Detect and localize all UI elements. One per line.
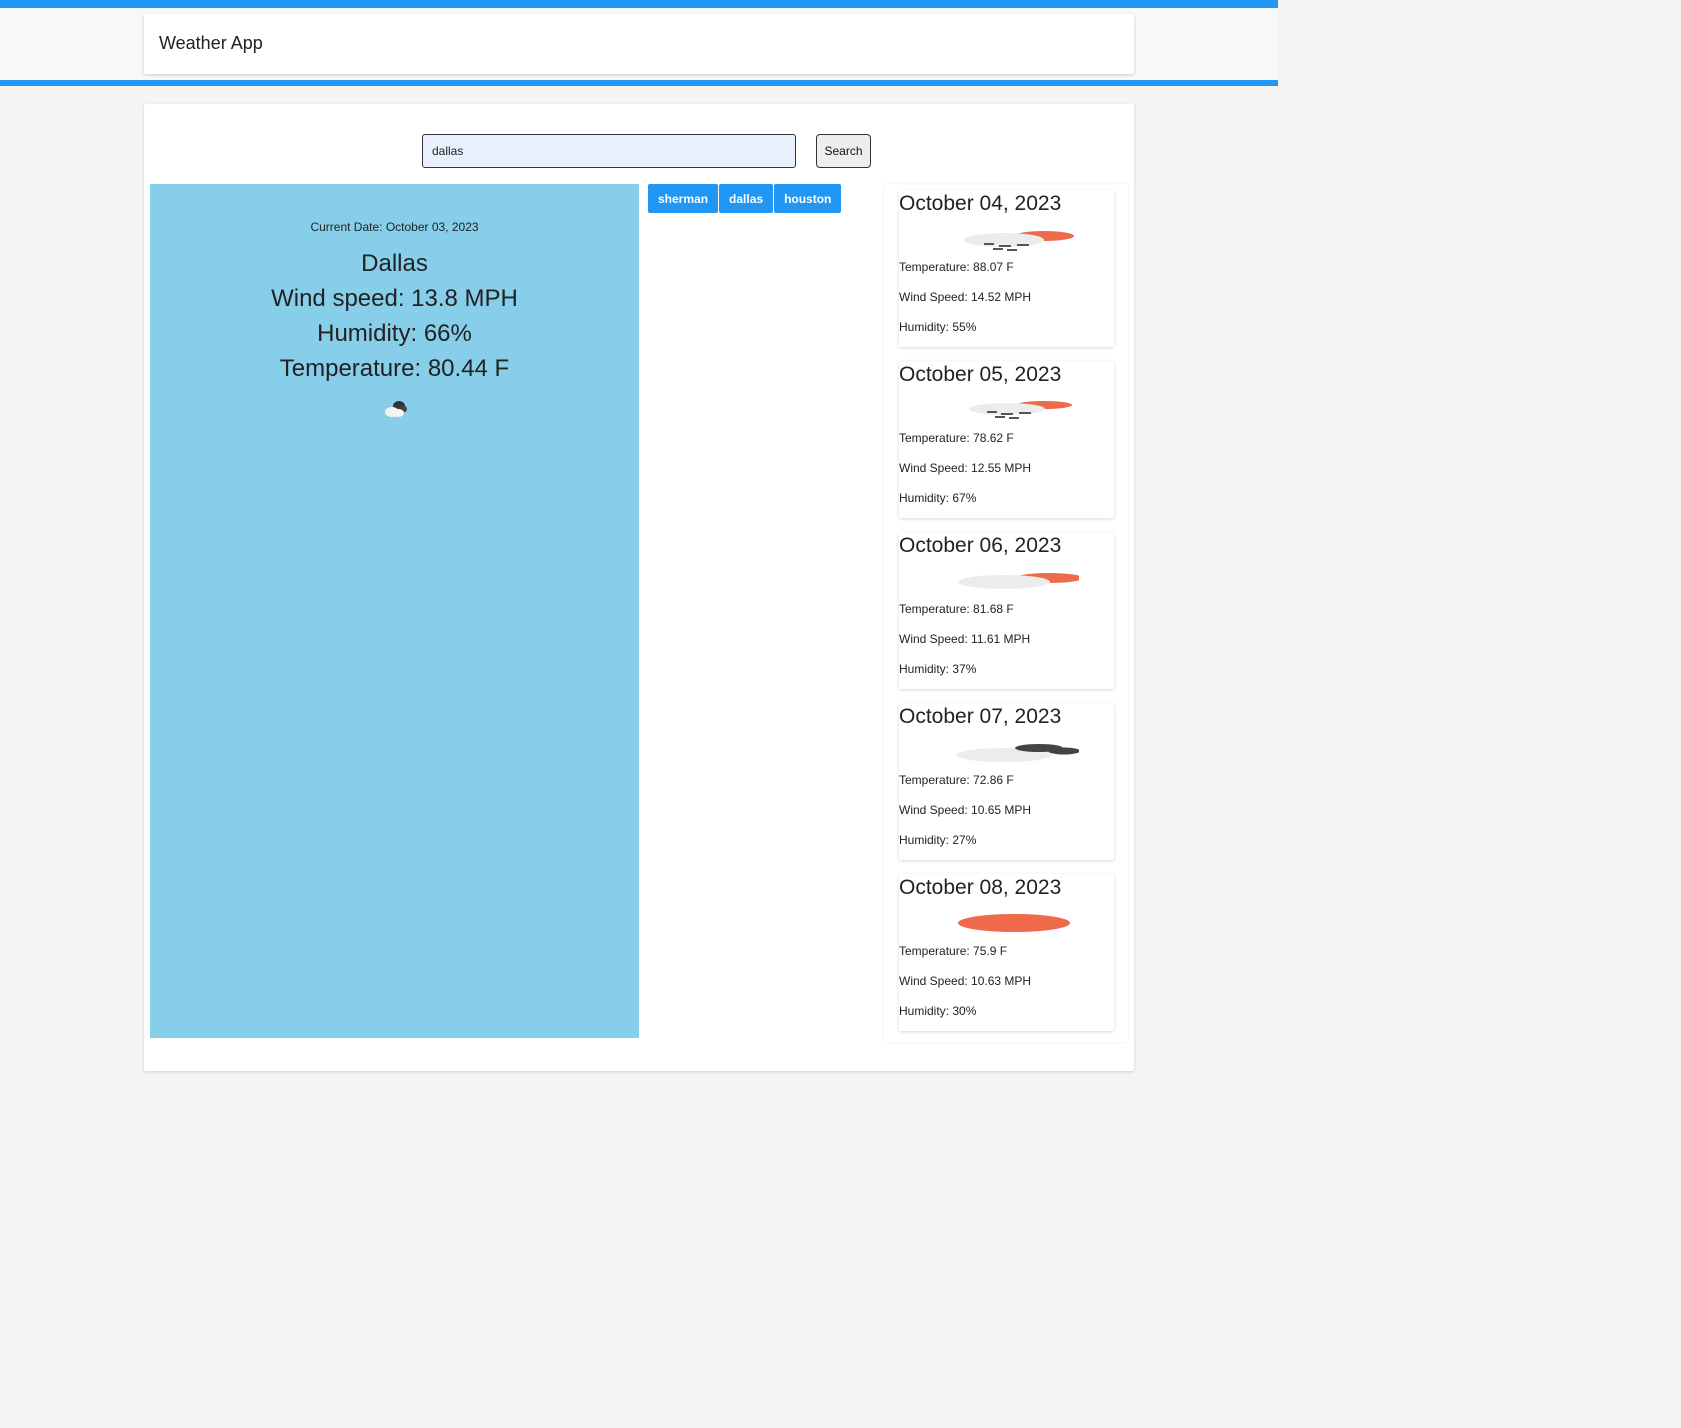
forecast-humidity: Humidity: 67% (899, 491, 977, 505)
forecast-date: October 06, 2023 (899, 534, 1062, 557)
forecast-date: October 08, 2023 (899, 876, 1062, 899)
search-input[interactable] (422, 134, 796, 168)
search-button[interactable]: Search (816, 134, 871, 168)
forecast-humidity: Humidity: 37% (899, 662, 977, 676)
history-button-houston[interactable]: houston (774, 184, 842, 213)
forecast-humidity: Humidity: 55% (899, 320, 977, 334)
forecast-card: October 05, 2023 Temperature: 78.62 F Wi… (899, 361, 1114, 518)
sun-icon (929, 908, 1079, 938)
current-city: Dallas (361, 250, 428, 277)
forecast-card: October 07, 2023 Temperature: 72.86 F Wi… (899, 703, 1114, 860)
forecast-humidity: Humidity: 27% (899, 833, 977, 847)
forecast-card: October 06, 2023 Temperature: 81.68 F Wi… (899, 532, 1114, 689)
navbar: Weather App (144, 14, 1134, 74)
forecast-date: October 07, 2023 (899, 705, 1062, 728)
forecast-wind: Wind Speed: 12.55 MPH (899, 461, 1032, 475)
forecast-column: October 04, 2023 Temperature: 88.07 F Wi… (884, 184, 1128, 1042)
forecast-date: October 04, 2023 (899, 192, 1062, 215)
forecast-wind: Wind Speed: 14.52 MPH (899, 290, 1032, 304)
forecast-wind: Wind Speed: 10.63 MPH (899, 974, 1032, 988)
forecast-wind: Wind Speed: 11.61 MPH (899, 632, 1031, 646)
forecast-temperature: Temperature: 72.86 F (899, 773, 1014, 787)
cloud-icon (380, 398, 410, 418)
current-temperature: Temperature: 80.44 F (279, 355, 510, 382)
forecast-temperature: Temperature: 81.68 F (899, 602, 1014, 616)
forecast-temperature: Temperature: 88.07 F (899, 260, 1014, 274)
current-humidity: Humidity: 66% (317, 320, 472, 347)
forecast-temperature: Temperature: 78.62 F (899, 431, 1014, 445)
current-wind: Wind speed: 13.8 MPH (271, 285, 518, 312)
history-button-dallas[interactable]: dallas (719, 184, 774, 213)
forecast-temperature: Temperature: 75.9 F (899, 944, 1008, 958)
current-weather-panel: Current Date: October 03, 2023 Dallas Wi… (150, 184, 639, 1038)
cloud-sun-icon (929, 566, 1083, 596)
dark-cloud-icon (929, 737, 1080, 767)
history-button-sherman[interactable]: sherman (648, 184, 719, 213)
forecast-humidity: Humidity: 30% (899, 1004, 977, 1018)
header-bar: Weather App (0, 0, 1278, 86)
forecast-wind: Wind Speed: 10.65 MPH (899, 803, 1032, 817)
current-date: Current Date: October 03, 2023 (310, 220, 479, 234)
search-history: sherman dallas houston (648, 184, 842, 213)
main-card: Search Current Date: October 03, 2023 Da… (144, 104, 1134, 1071)
forecast-date: October 05, 2023 (899, 363, 1062, 386)
rain-cloud-sun-icon (929, 395, 1079, 425)
forecast-card: October 08, 2023 Temperature: 75.9 F Win… (899, 874, 1114, 1031)
app-title[interactable]: Weather App (159, 33, 263, 54)
rain-cloud-sun-icon (929, 224, 1079, 254)
forecast-card: October 04, 2023 Temperature: 88.07 F Wi… (899, 190, 1114, 347)
